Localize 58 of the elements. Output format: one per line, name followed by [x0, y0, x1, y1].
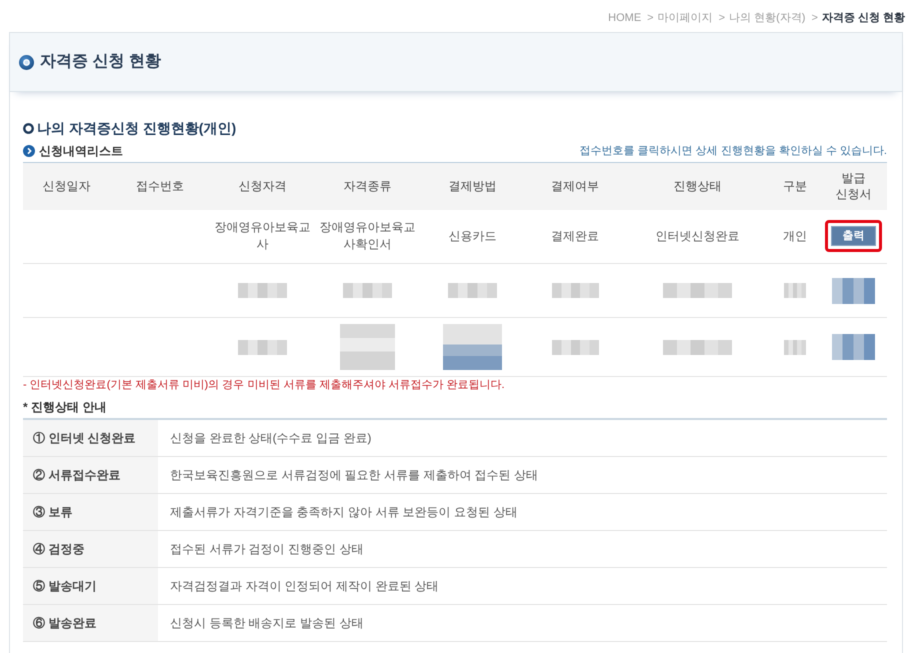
- column-header: 발급 신청서: [820, 162, 887, 210]
- blurred-text: [340, 324, 395, 370]
- column-header: 자격종류: [315, 162, 420, 210]
- page-title: 자격증 신청 현황: [40, 52, 161, 72]
- blurred-text: [662, 340, 732, 355]
- blurred-text: [238, 340, 288, 355]
- column-header: 구분: [770, 162, 820, 210]
- status-description: 한국보육진흥원으로 서류검정에 필요한 서류를 제출하여 접수된 상태: [158, 456, 887, 493]
- blurred-button[interactable]: [832, 278, 875, 304]
- breadcrumb-link[interactable]: HOME: [608, 10, 642, 26]
- section-title: 나의 자격증신청 진행현황(개인): [37, 120, 236, 136]
- status-label: ⑥ 발송완료: [23, 604, 158, 641]
- column-header: 결제방법: [420, 162, 525, 210]
- status-label: ⑤ 발송대기: [23, 567, 158, 604]
- breadcrumb-separator: >: [647, 10, 654, 26]
- notice-text: - 인터넷신청완료(기본 제출서류 미비)의 경우 미비된 서류를 제출해주셔야 서류접수가 완료됩니다.: [23, 378, 506, 393]
- circle-bullet-icon: [19, 54, 34, 70]
- breadcrumb-current: 자격증 신청 현황: [822, 10, 905, 26]
- blurred-text: [238, 283, 288, 298]
- breadcrumb-separator: >: [718, 10, 726, 26]
- breadcrumb-separator: >: [811, 10, 818, 26]
- blurred-text: [784, 340, 806, 355]
- breadcrumb-link[interactable]: 나의 현황(자격): [729, 10, 806, 26]
- table-cell: 개인: [770, 210, 820, 264]
- column-header: 접수번호: [110, 162, 210, 210]
- blurred-text: [662, 283, 732, 298]
- hint-text: 접수번호를 클릭하시면 상세 진행현황을 확인하실 수 있습니다.: [580, 144, 887, 159]
- status-label: ③ 보류: [23, 493, 158, 530]
- table-cell: 신용카드: [420, 210, 525, 264]
- column-header: 결제여부: [525, 162, 625, 210]
- ring-icon: [23, 122, 34, 134]
- blurred-text: [342, 283, 392, 298]
- guide-title: * 진행상태 안내: [23, 399, 108, 415]
- list-title: 신청내역리스트: [39, 143, 123, 160]
- table-cell: 결제완료: [525, 210, 625, 264]
- table-cell: 인터넷신청완료: [625, 210, 770, 264]
- status-label: ① 인터넷 신청완료: [23, 419, 158, 456]
- status-description: 제출서류가 자격기준을 충족하지 않아 서류 보완등이 요청된 상태: [158, 493, 887, 530]
- blurred-text: [448, 283, 498, 298]
- status-description: 신청시 등록한 배송지로 발송된 상태: [158, 604, 887, 641]
- blurred-text: [552, 283, 598, 298]
- blurred-text: [784, 283, 806, 298]
- table-cell: 장애영유아보육교사: [210, 210, 315, 264]
- blurred-link[interactable]: [442, 324, 502, 370]
- status-label: ② 서류접수완료: [23, 456, 158, 493]
- blurred-text: [552, 340, 598, 355]
- status-description: 자격검정결과 자격이 인정되어 제작이 완료된 상태: [158, 567, 887, 604]
- arrow-circle-icon: [23, 145, 35, 157]
- blurred-button[interactable]: [832, 334, 875, 360]
- column-header: 신청일자: [23, 162, 110, 210]
- column-header: 진행상태: [625, 162, 770, 210]
- table-cell: 장애영유아보육교사확인서: [315, 210, 420, 264]
- status-label: ④ 검정중: [23, 530, 158, 567]
- breadcrumb-link[interactable]: 마이페이지: [658, 10, 713, 26]
- status-description: 접수된 서류가 검정이 진행중인 상태: [158, 530, 887, 567]
- print-button[interactable]: 출력: [831, 226, 876, 246]
- column-header: 신청자격: [210, 162, 315, 210]
- status-description: 신청을 완료한 상태(수수료 입금 완료): [158, 419, 887, 456]
